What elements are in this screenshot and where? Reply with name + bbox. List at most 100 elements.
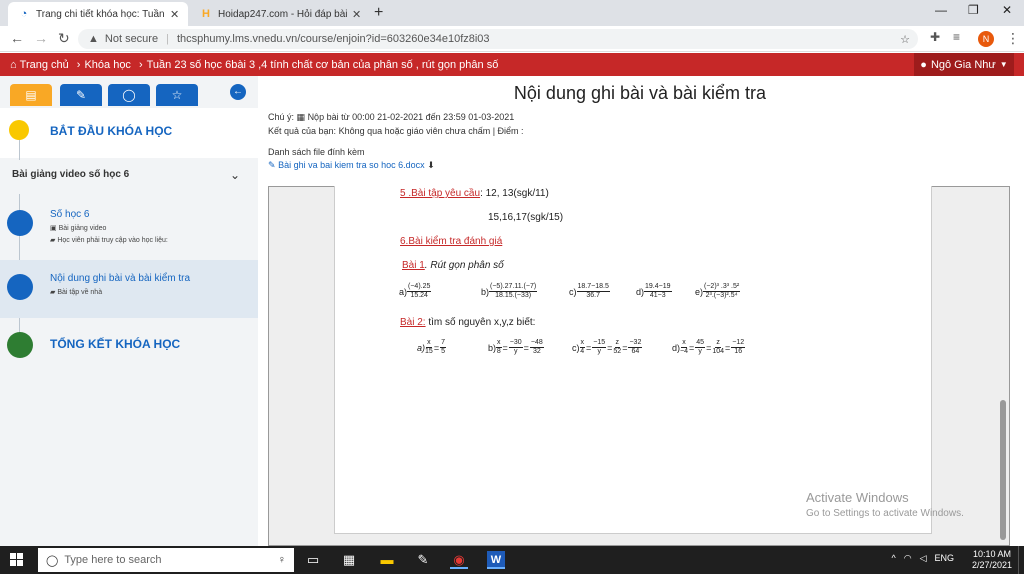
notifications-icon[interactable] [1018,546,1024,574]
search-icon: ◯ [46,554,59,567]
course-sidebar: ▤ ✎ ◯ ☆ ← BẮT ĐẦU KHÓA HỌC Bài giảng vid… [0,76,258,546]
fraction-denominator: 15.24 [410,292,428,299]
end-title[interactable]: TỔNG KẾT KHÓA HỌC [50,337,180,351]
home-icon: ⌂ [10,58,17,71]
timeline-line [19,138,20,160]
clock[interactable]: 10:10 AM 2/27/2021 [972,549,1012,571]
paperclip-icon: ✎ [268,160,276,170]
tab-course[interactable]: ◔ Trang chi tiết khóa học: Tuần 23 · ✕ [8,2,188,26]
star-icon[interactable]: ☆ [900,33,910,46]
start-title[interactable]: BẮT ĐẦU KHÓA HỌC [50,124,172,138]
back-icon[interactable]: ← [10,30,24,46]
fraction: −12 16 [731,339,746,356]
attachment-link[interactable]: ✎ Bài ghi va bai kiem tra so hoc 6.docx … [268,160,435,171]
download-icon: ⬇ [427,160,435,170]
windows-logo-icon[interactable] [10,553,24,567]
breadcrumb-home[interactable]: Trang chủ [20,59,69,71]
bai2-problem: b) x 8 = −30 y = −48 32 [488,339,544,356]
fraction: x 15 [425,339,433,356]
bai1-problem: b) (−5).27.11.(−7) 18.15.(−33) [481,283,538,300]
speaker-icon[interactable]: ◁ [920,553,927,564]
calendar-icon: ▦ [296,112,306,122]
result-line: Kết quả của bạn: Không qua hoặc giáo viê… [268,126,524,136]
equals-sign: = [622,342,628,353]
url-text: thcsphumy.lms.vnedu.vn/course/enjoin?id=… [176,33,490,45]
reading-list-icon[interactable]: ≡ [953,30,960,44]
tab-title: Hoidap247.com - Hỏi đáp bài tập [218,8,348,20]
fraction: z 104 [712,339,724,356]
user-menu-button[interactable]: ● Ngô Gia Như ▼ [914,53,1014,76]
sidebar-item-sub: ▰ Bài tập về nhà [50,289,103,296]
equals-sign: = [586,342,592,353]
equals-sign: = [607,342,613,353]
fraction-numerator: x [426,339,432,348]
chrome-icon[interactable]: ◉ [450,551,468,569]
breadcrumb-sep-icon: › [76,58,81,71]
close-icon[interactable]: ✕ [352,8,361,21]
tab-favorites[interactable]: ☆ [156,84,198,106]
fraction-denominator: 8 [496,348,501,355]
wifi-icon[interactable]: ◠ [904,553,912,564]
fraction: −32 64 [628,339,643,356]
close-window-icon[interactable]: ✕ [1002,3,1012,17]
taskbar: ◯ Type here to search ♀ ▭ ▦ ▬ ✎ ◉ W ^ ◠ … [0,546,1024,574]
restore-icon[interactable]: ❐ [968,3,979,17]
fraction-denominator: y [513,348,518,355]
fraction-denominator: 104 [712,348,725,355]
tab-hoidap[interactable]: H Hoidap247.com - Hỏi đáp bài tập ✕ [190,2,368,26]
warning-icon: ▲ [88,33,99,45]
taskbar-search[interactable]: ◯ Type here to search ♀ [38,548,294,572]
tab-notes[interactable]: ▤ [10,84,52,106]
new-tab-button[interactable]: + [374,4,383,22]
item-dot-icon [7,210,33,236]
fraction-denominator: y [698,348,702,355]
chevron-up-icon[interactable]: ^ [891,553,895,564]
sidebar-item-active[interactable] [0,260,258,318]
fraction: x4 [579,339,585,356]
chevron-down-icon[interactable]: ⌄ [230,168,240,182]
doc-line-test: 6.Bài kiểm tra đánh giá [400,236,503,247]
reload-icon[interactable]: ↻ [58,30,70,47]
problem-label: e) [695,286,704,297]
profile-avatar[interactable]: N [978,31,994,47]
tab-comments[interactable]: ◯ [108,84,150,106]
menu-icon[interactable]: ⋮ [1006,30,1020,47]
url-field[interactable]: ▲ Not secure | thcsphumy.lms.vnedu.vn/co… [78,29,918,49]
tab-attachments[interactable]: ✎ [60,84,102,106]
sidebar-item-title[interactable]: Nội dung ghi bài và bài kiểm tra [50,273,190,284]
fraction-numerator: 19.4−19 [644,283,672,292]
forward-icon[interactable]: → [34,30,48,46]
user-icon: ● [920,58,927,71]
fraction: 19.4−19 41−3 [644,283,672,300]
store-icon[interactable]: ▦ [340,551,358,569]
problem-label: a) [417,342,426,353]
breadcrumb-current[interactable]: Tuần 23 số học 6bài 3 ,4 tính chất cơ bả… [147,59,499,71]
problem-label: b) [488,342,497,353]
files-label: Danh sách file đính kèm [268,147,365,157]
doc-bai1: Bài 1. Rút gọn phân số [402,260,504,271]
fraction-denominator: 36.7 [586,292,600,299]
file-explorer-icon[interactable]: ▬ [378,551,396,569]
language-indicator[interactable]: ENG [934,553,954,564]
collapse-sidebar-button[interactable]: ← [230,84,246,100]
document-scrollbar[interactable] [1000,400,1006,540]
task-view-icon[interactable]: ▭ [304,551,322,569]
extensions-icon[interactable]: ✚ [930,30,940,44]
star-icon: ☆ [171,88,183,102]
address-bar-row: ← → ↻ ▲ Not secure | thcsphumy.lms.vnedu… [0,26,1024,52]
word-icon[interactable]: W [487,551,505,569]
vnedu-favicon-icon: ◔ [20,8,28,20]
not-secure-label: Not secure [104,33,159,45]
fraction-denominator: −4 [680,348,688,355]
close-icon[interactable]: ✕ [170,8,179,21]
sidebar-item-title[interactable]: Số học 6 [50,209,89,220]
fraction-numerator: −30 [508,339,523,348]
group-title[interactable]: Bài giảng video số học 6 [12,169,129,180]
paint-icon[interactable]: ✎ [414,551,432,569]
fraction-denominator: 64 [631,348,640,355]
minimize-icon[interactable]: — [935,3,947,17]
fraction: (−4).25 15.24 [407,283,432,300]
microphone-icon[interactable]: ♀ [278,554,286,566]
system-tray: ^ ◠ ◁ ENG [891,553,954,564]
breadcrumb-courses[interactable]: Khóa học [84,59,130,71]
